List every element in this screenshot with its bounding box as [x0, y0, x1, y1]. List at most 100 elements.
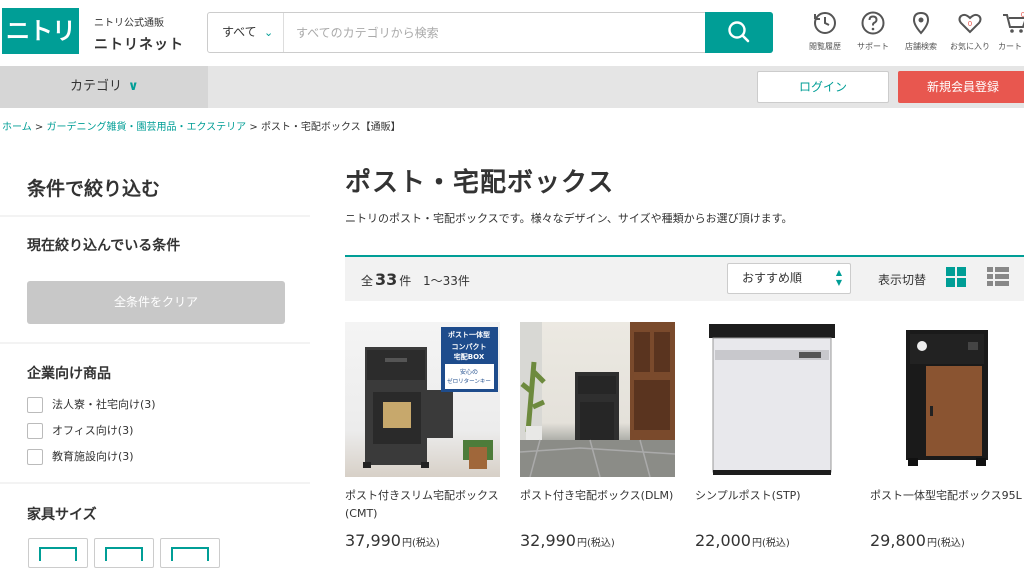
- filter-sidebar: 条件で絞り込む 現在絞り込んでいる条件 全条件をクリア 企業向け商品 法人寮・社…: [0, 160, 310, 568]
- filter-title: 条件で絞り込む: [27, 178, 161, 200]
- product-image[interactable]: ポスト一体型 コンパクト 宅配BOX 安心の ゼロリターンキー: [345, 322, 500, 477]
- product-card[interactable]: ポスト付き宅配ボックス(DLM) 32,990円(税込): [520, 322, 675, 550]
- grid-view-icon[interactable]: [946, 267, 966, 287]
- breadcrumb-separator: >: [34, 122, 44, 133]
- search-category-label: すべて: [222, 25, 257, 39]
- site-header: ニトリ ニトリ公式通販 ニトリネット すべて ⌄ 閲覧履歴: [0, 0, 1024, 66]
- business-filter-block: 企業向け商品 法人寮・社宅向け(3) オフィス向け(3) 教育施設向け(3): [0, 344, 310, 482]
- delivery-box-cmt-image: ポスト一体型 コンパクト 宅配BOX 安心の ゼロリターンキー: [363, 327, 498, 469]
- store-search-label: 店舗検索: [905, 42, 937, 51]
- price-value: 22,000: [695, 531, 751, 550]
- breadcrumb: ホーム > ガーデニング雑貨・園芸用品・エクステリア > ポスト・宅配ボックス【…: [2, 118, 401, 133]
- size-option[interactable]: [160, 538, 220, 568]
- delivery-box-dlm-image: [520, 322, 675, 477]
- chevron-down-icon: ∨: [128, 79, 139, 94]
- business-heading: 企業向け商品: [27, 366, 111, 382]
- checkbox[interactable]: [27, 397, 43, 413]
- store-pin-icon: [912, 11, 930, 35]
- breadcrumb-separator: >: [249, 122, 258, 133]
- register-button[interactable]: 新規会員登録: [898, 71, 1024, 103]
- clear-all-button[interactable]: 全条件をクリア: [27, 281, 285, 324]
- sort-label: おすすめ順: [742, 271, 803, 285]
- nitori-logo[interactable]: ニトリ: [2, 8, 79, 54]
- brand-name: ニトリネット: [94, 37, 184, 53]
- store-search-link[interactable]: 店舗検索: [896, 10, 946, 52]
- chevron-down-icon: ⌄: [264, 26, 274, 39]
- size-option[interactable]: [28, 538, 88, 568]
- furniture-size-icon: [105, 547, 143, 561]
- count-prefix: 全: [361, 274, 374, 288]
- breadcrumb-current: ポスト・宅配ボックス【通販】: [260, 122, 401, 133]
- sort-select[interactable]: おすすめ順 ▲ ▼: [727, 263, 851, 294]
- product-name[interactable]: シンプルポスト(STP): [695, 487, 850, 523]
- checkbox[interactable]: [27, 423, 43, 439]
- help-icon: [861, 11, 885, 35]
- price-value: 29,800: [870, 531, 926, 550]
- price-tax: 円(税込): [926, 538, 965, 549]
- result-range: 1〜33件: [423, 274, 470, 288]
- delivery-box-95l-image: [906, 330, 988, 466]
- filter-option-dormitory[interactable]: 法人寮・社宅向け(3): [27, 396, 267, 414]
- history-icon: [814, 12, 836, 34]
- product-name[interactable]: ポスト付きスリム宅配ボックス(CMT): [345, 487, 500, 523]
- history-link[interactable]: 閲覧履歴: [800, 10, 850, 52]
- category-menu-button[interactable]: カテゴリ ∨: [0, 66, 208, 108]
- list-view-icon[interactable]: [987, 267, 1009, 287]
- cart-label: カート: [998, 42, 1022, 51]
- product-price: 22,000円(税込): [695, 531, 850, 550]
- filter-option-label: 法人寮・社宅向け(3): [52, 398, 156, 411]
- badge-line: 宅配BOX: [454, 352, 485, 361]
- search-category-select[interactable]: すべて ⌄: [208, 13, 284, 52]
- heart-icon: 0: [958, 13, 982, 34]
- breadcrumb-gardening[interactable]: ガーデニング雑貨・園芸用品・エクステリア: [46, 122, 246, 133]
- filter-option-label: 教育施設向け(3): [52, 450, 134, 463]
- badge-line: 安心の: [460, 368, 478, 376]
- price-value: 37,990: [345, 531, 401, 550]
- favorites-link[interactable]: 0 お気に入り: [945, 10, 995, 52]
- search-bar: すべて ⌄: [207, 12, 773, 53]
- product-price: 37,990円(税込): [345, 531, 500, 550]
- count-suffix: 件: [399, 274, 412, 288]
- badge-line: コンパクト: [452, 342, 487, 351]
- checkbox[interactable]: [27, 449, 43, 465]
- page-title: ポスト・宅配ボックス: [345, 168, 615, 198]
- product-card[interactable]: シンプルポスト(STP) 22,000円(税込): [695, 322, 850, 550]
- count-value: 33: [375, 270, 398, 289]
- product-image[interactable]: [695, 322, 850, 477]
- product-name[interactable]: ポスト付き宅配ボックス(DLM): [520, 487, 675, 523]
- filter-option-office[interactable]: オフィス向け(3): [27, 422, 267, 440]
- product-card[interactable]: ポスト一体型 コンパクト 宅配BOX 安心の ゼロリターンキー ポスト付きスリム…: [345, 322, 500, 550]
- search-input[interactable]: [286, 13, 706, 52]
- login-button[interactable]: ログイン: [757, 71, 889, 103]
- product-image[interactable]: [520, 322, 675, 477]
- product-card[interactable]: ポスト一体型宅配ボックス95L 29,800円(税込): [870, 322, 1024, 550]
- search-icon: [728, 21, 750, 43]
- product-price: 32,990円(税込): [520, 531, 675, 550]
- product-name[interactable]: ポスト一体型宅配ボックス95L: [870, 487, 1024, 523]
- filter-option-education[interactable]: 教育施設向け(3): [27, 448, 267, 466]
- support-link[interactable]: サポート: [848, 10, 898, 52]
- result-count: 全 33 件: [361, 270, 411, 289]
- results-toolbar: 全 33 件 1〜33件 おすすめ順 ▲ ▼ 表示切替: [345, 255, 1024, 301]
- product-image[interactable]: [870, 322, 1024, 477]
- history-label: 閲覧履歴: [809, 42, 841, 51]
- breadcrumb-home[interactable]: ホーム: [2, 122, 32, 133]
- favorites-badge: 0: [968, 20, 972, 28]
- product-grid: ポスト一体型 コンパクト 宅配BOX 安心の ゼロリターンキー ポスト付きスリム…: [345, 322, 1024, 562]
- price-tax: 円(税込): [751, 538, 790, 549]
- brand-block[interactable]: ニトリ公式通販 ニトリネット: [94, 14, 184, 54]
- furniture-size-icon: [39, 547, 77, 561]
- view-toggle-label: 表示切替: [878, 273, 927, 287]
- filter-header: 条件で絞り込む: [0, 160, 310, 215]
- cart-link[interactable]: 0 カート: [996, 10, 1024, 52]
- badge-line: ゼロリターンキー: [447, 377, 491, 385]
- cart-icon: 0: [1003, 11, 1024, 33]
- search-button[interactable]: [705, 12, 773, 53]
- price-tax: 円(税込): [401, 538, 440, 549]
- simple-post-image: [709, 324, 835, 475]
- support-label: サポート: [857, 42, 889, 51]
- nav-bar: カテゴリ ∨ ログイン 新規会員登録: [0, 66, 1024, 108]
- size-option[interactable]: [94, 538, 154, 568]
- favorites-label: お気に入り: [950, 42, 990, 51]
- price-tax: 円(税込): [576, 538, 615, 549]
